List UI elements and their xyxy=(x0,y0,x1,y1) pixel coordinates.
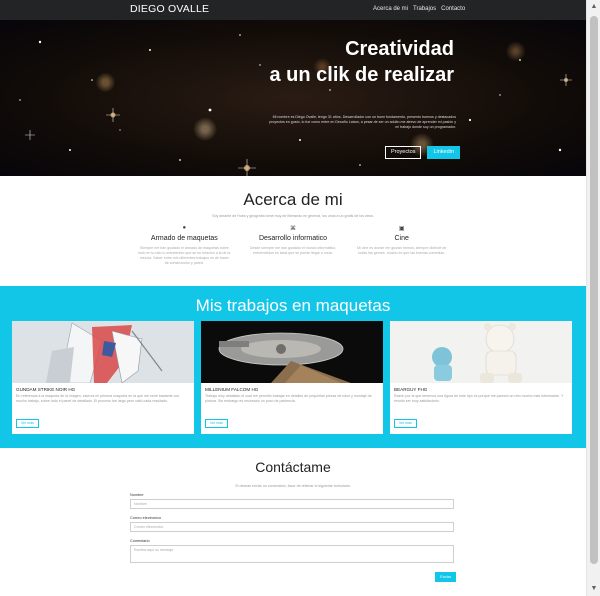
bearguy-image xyxy=(390,321,572,383)
skill-cine: ▣ Cine Mi cine es donde me gustan hemos,… xyxy=(347,225,456,266)
card-text: Trabajo muy detallado el cual me permiti… xyxy=(205,394,372,403)
card-title: BEARGUY FHG xyxy=(394,387,428,392)
scrollbar[interactable]: ▲ ▼ xyxy=(586,0,600,596)
see-more-button[interactable]: Ver más xyxy=(16,419,39,428)
hero-banner: Creatividad a un clik de realizar Mi nom… xyxy=(0,20,586,176)
works-section: Mis trabajos en maquetas GUNDAM STRIKE N… xyxy=(0,286,586,448)
card-text: En referencia a la maqueta de la imagen,… xyxy=(16,394,180,403)
name-label: Nombre xyxy=(130,493,144,497)
skill-desarrollo: ⌘ Desarrollo informatico Desde siempre m… xyxy=(239,225,348,266)
skill-title: Desarrollo informatico xyxy=(258,235,328,242)
works-title: Mis trabajos en maquetas xyxy=(195,296,391,315)
skills-list: ● Armado de maquetas Siempre me han gust… xyxy=(130,225,456,266)
film-icon: ▣ xyxy=(398,226,405,232)
skill-maquetas: ● Armado de maquetas Siempre me han gust… xyxy=(130,225,239,266)
navbar: DIEGO OVALLE Acerca de mi Trabajos Conta… xyxy=(0,0,586,20)
maquetas-icon: ● xyxy=(182,225,187,231)
hero-intro-text: Mi nombre es Diego Ovalle, tengo 31 años… xyxy=(269,115,456,129)
comment-textarea[interactable]: Escriba aquí su mensaje xyxy=(130,545,454,563)
scroll-down-arrow-icon[interactable]: ▼ xyxy=(587,582,600,596)
work-card: MILLENIUM FALCOM HG Trabajo muy detallad… xyxy=(201,321,383,434)
gundam-image xyxy=(12,321,194,383)
hero-buttons: Proyectos Linkedin xyxy=(385,146,460,159)
hero-title: Creatividad a un clik de realizar xyxy=(269,36,454,88)
name-field[interactable]: Nombre xyxy=(130,499,454,509)
card-text: Razón por la que tenemos una figura de e… xyxy=(394,394,564,403)
millennium-falcon-image xyxy=(201,321,383,383)
about-section: Acerca de mi Soy amante de Hobs y geogra… xyxy=(0,176,586,286)
see-more-button[interactable]: Ver más xyxy=(205,419,228,428)
about-description: Soy amante de Hobs y geografía tomé muy … xyxy=(212,214,374,218)
card-title: GUNDAM STRIKE NOIR HG xyxy=(16,387,76,392)
nav-link-trabajos[interactable]: Trabajos xyxy=(413,6,436,12)
projects-button[interactable]: Proyectos xyxy=(385,146,422,159)
work-card: GUNDAM STRIKE NOIR HG En referencia a la… xyxy=(12,321,194,434)
about-title: Acerca de mi xyxy=(243,190,343,209)
nav-link-contacto[interactable]: Contacto xyxy=(441,6,465,12)
contact-form: Nombre Nombre Correo electronico Correo … xyxy=(130,493,456,582)
skill-text: Mi cine es donde me gustan hemos, siempr… xyxy=(357,246,447,255)
code-icon: ⌘ xyxy=(290,226,296,232)
see-more-button[interactable]: Ver más xyxy=(394,419,417,428)
brand-logo[interactable]: DIEGO OVALLE xyxy=(130,3,209,15)
hero-title-line1: Creatividad xyxy=(345,38,454,60)
page: DIEGO OVALLE Acerca de mi Trabajos Conta… xyxy=(0,0,586,596)
send-button[interactable]: Enviar xyxy=(435,572,456,582)
skill-text: Siempre me han gustado el armado de maqu… xyxy=(138,246,231,265)
hero-title-line2: a un clik de realizar xyxy=(269,64,454,86)
scroll-up-arrow-icon[interactable]: ▲ xyxy=(587,0,600,14)
contact-description: Si deseas enviar un comentario, favor de… xyxy=(235,484,351,488)
contact-section: Contáctame Si deseas enviar un comentari… xyxy=(0,448,586,596)
nav-links: Acerca de mi Trabajos Contacto xyxy=(373,6,465,12)
nav-link-acerca[interactable]: Acerca de mi xyxy=(373,6,408,12)
email-label: Correo electronico xyxy=(130,516,162,520)
contact-title: Contáctame xyxy=(255,459,331,475)
skill-title: Cine xyxy=(394,235,409,242)
scrollbar-thumb[interactable] xyxy=(590,16,598,564)
skill-text: Desde siempre me han gustado el mundo in… xyxy=(249,246,337,255)
card-title: MILLENIUM FALCOM HG xyxy=(205,387,259,392)
works-cards: GUNDAM STRIKE NOIR HG En referencia a la… xyxy=(12,321,572,434)
skill-title: Armado de maquetas xyxy=(150,235,218,242)
linkedin-button[interactable]: Linkedin xyxy=(427,146,460,159)
email-field[interactable]: Correo electronico xyxy=(130,522,454,532)
comment-label: Comentario xyxy=(130,539,150,543)
work-card: BEARGUY FHG Razón por la que tenemos una… xyxy=(390,321,572,434)
